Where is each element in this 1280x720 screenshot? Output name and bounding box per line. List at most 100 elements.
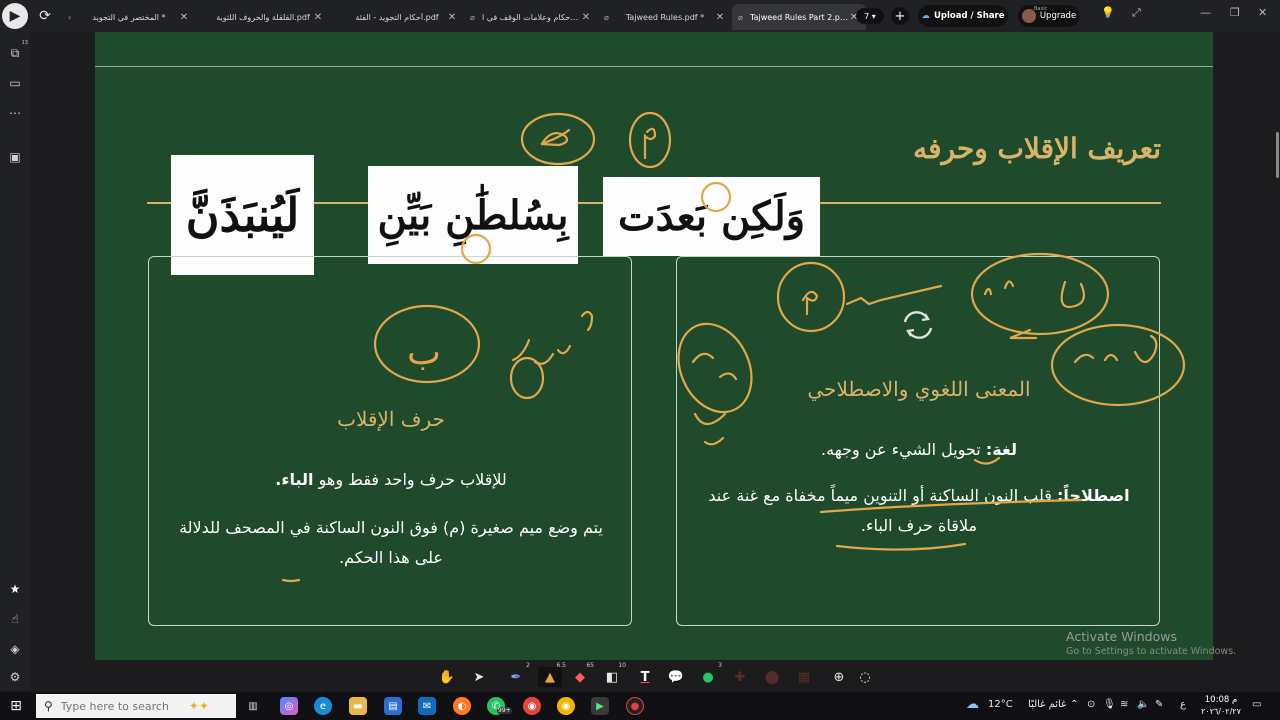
new-tab-button[interactable]: + <box>891 7 909 25</box>
more-icon[interactable]: ⋯ <box>6 104 24 122</box>
hand-wave-icon[interactable]: ☝ <box>6 610 24 628</box>
maximize-icon[interactable]: ❐ <box>1230 6 1240 19</box>
tab-label: أحكام وعلامات الوقف في ا... <box>482 12 580 22</box>
slide-page: تعريف الإقلاب وحرفه وَلَكِن بَعدَت بِسُل… <box>95 32 1213 660</box>
stamp-tool-icon[interactable]: ⬤ <box>762 667 782 687</box>
firefox-icon[interactable]: ◐ <box>453 697 471 715</box>
weather-desc[interactable]: غائم غالبًا <box>1028 699 1066 710</box>
close-icon[interactable]: ✕ <box>312 12 324 23</box>
definition-panel: المعنى اللغوي والاصطلاحي لغة: تحويل الشي… <box>676 256 1160 626</box>
marker-badge: 65 <box>586 662 594 669</box>
taskbar-search[interactable]: ⚲ ✦✦ <box>36 694 236 718</box>
highlighter-tool-icon[interactable]: ▲ 6.5 <box>538 662 566 687</box>
tab-bar: ▶ ⟳ ‹ المختصر في التجويد * ✕ القلقلة والحر… <box>0 0 1280 32</box>
close-icon[interactable]: ✕ <box>580 12 592 23</box>
meet-icon[interactable]: ⊙ <box>1087 699 1095 710</box>
app-logo-icon[interactable]: ▶ <box>2 3 28 29</box>
windows-start-icon[interactable]: ⊞ <box>8 698 24 714</box>
document-canvas[interactable]: تعريف الإقلاب وحرفه وَلَكِن بَعدَت بِسُل… <box>30 32 1280 660</box>
lasso-tool-icon[interactable]: ◌ <box>855 667 875 687</box>
comment-tool-icon[interactable]: 💬 <box>666 667 686 687</box>
outlook-icon[interactable]: ✉ <box>418 697 436 715</box>
istilah-text: قلب النون الساكنة أو التنوين ميماً مخفاة… <box>708 486 1057 535</box>
chrome-icon[interactable]: ◉ <box>523 697 541 715</box>
shape-tool-icon[interactable]: ● 3 <box>698 662 722 687</box>
minimize-icon[interactable]: — <box>1200 6 1211 19</box>
file-explorer-icon[interactable]: ▬ <box>349 697 367 715</box>
eraser-tool-icon[interactable]: ◧ 10 <box>602 662 626 687</box>
pen-tool-icon[interactable]: ✒ 2 <box>506 662 530 687</box>
pages-badge: 13 <box>21 40 28 46</box>
letter-line-1-text: للإقلاب حرف واحد فقط وهو <box>313 470 507 489</box>
chevron-up-icon[interactable]: ⌃ <box>1070 699 1078 710</box>
tab-3[interactable]: ⌀ أحكام وعلامات الوقف في ا... ✕ <box>464 4 598 30</box>
pdf-icon: ⌀ <box>470 12 475 22</box>
lugha-text: تحويل الشيء عن وجهه. <box>821 440 986 459</box>
text-tool-icon[interactable]: T <box>635 667 655 687</box>
activate-windows-subtitle: Go to Settings to activate Windows. <box>1066 646 1237 657</box>
tab-5-active[interactable]: ⌀ Tajweed Rules Part 2.p... * ✕ <box>732 4 866 30</box>
copilot-icon[interactable]: ◎ <box>280 697 298 715</box>
tab-1[interactable]: القلقلة والحروف اللثوية.pdf ✕ <box>196 4 330 30</box>
star-icon[interactable]: ★ <box>6 580 24 598</box>
tab-2[interactable]: أحكام التجويد - الفئة.pdf ✕ <box>330 4 464 30</box>
volume-icon[interactable]: 🔈 <box>1137 699 1149 710</box>
sticker-tool-icon[interactable]: ✚ <box>730 667 750 687</box>
chrome-profile-icon[interactable]: ◉ <box>557 697 575 715</box>
lugha-definition: لغة: تحويل الشيء عن وجهه. <box>677 435 1161 465</box>
weather-temp[interactable]: 12°C <box>988 699 1013 710</box>
tab-strip: ‹ المختصر في التجويد * ✕ القلقلة والحروف ا… <box>62 4 866 30</box>
search-input[interactable] <box>60 699 181 713</box>
lugha-label: لغة: <box>985 440 1017 459</box>
microphone-icon[interactable]: 🎙 <box>1103 699 1116 710</box>
wifi-icon[interactable]: ≋ <box>1120 699 1128 710</box>
clock-date[interactable]: ٢٠٢٦/٠٢/٢٧ <box>1196 707 1246 716</box>
close-icon[interactable]: ✕ <box>714 12 726 23</box>
weather-icon[interactable]: ☁ <box>966 697 979 712</box>
windows-taskbar: ⊞ ⚲ ✦✦ ▥ ◎ e ▬ ▤ ✉ ◐ ✆99+ ◉ ◉ ▶ ● ☁ 12°C… <box>0 692 1280 720</box>
book-icon[interactable]: ▭ <box>6 74 24 92</box>
input-language[interactable]: ع <box>1180 699 1186 710</box>
close-icon[interactable]: ✕ <box>446 12 458 23</box>
reading-list-icon[interactable]: ⟳ <box>32 3 58 29</box>
close-icon[interactable]: ✕ <box>178 12 190 23</box>
ink-meem-2 <box>643 127 657 160</box>
screen-recorder-icon[interactable]: ● <box>626 697 644 715</box>
tab-label: Tajweed Rules Part 2.p... * <box>750 12 848 22</box>
hand-tool-icon[interactable]: ✋ <box>437 667 457 687</box>
ink-meem-top <box>540 128 571 147</box>
ink-circle-meem-2 <box>628 111 672 169</box>
plan-label: Basic <box>1034 6 1048 12</box>
pen-input-icon[interactable]: ✎ <box>1155 699 1163 710</box>
tab-4[interactable]: ⌀ Tajweed Rules.pdf * ✕ <box>598 4 732 30</box>
clock-time[interactable]: 10:08 م <box>1200 695 1242 705</box>
clipboard-icon[interactable]: ▣ <box>6 148 24 166</box>
tab-label: القلقلة والحروف اللثوية.pdf <box>216 12 310 22</box>
select-arrow-icon[interactable]: ➤ <box>469 667 489 687</box>
marker-tool-icon[interactable]: ◆ 65 <box>570 662 594 687</box>
definition-heading: المعنى اللغوي والاصطلاحي <box>807 377 1031 401</box>
tab-count-label: 7 <box>864 11 870 21</box>
tab-0[interactable]: ‹ المختصر في التجويد * ✕ <box>62 4 196 30</box>
pages-icon[interactable]: ⧉ 13 <box>6 40 28 62</box>
pdf-icon: ⌀ <box>604 12 609 22</box>
task-view-icon[interactable]: ▥ <box>244 697 262 715</box>
istilah-definition: اصطلاحاً: قلب النون الساكنة أو التنوين م… <box>697 481 1141 541</box>
upload-share-button[interactable]: ☁ Upload / Share <box>918 5 1008 27</box>
tab-count-button[interactable]: 7 ▾ <box>856 8 884 24</box>
layers-icon[interactable]: ◈ <box>6 640 24 658</box>
vertical-scrollbar[interactable] <box>1276 132 1279 178</box>
notification-icon[interactable]: ▭ <box>1252 699 1261 710</box>
edge-icon[interactable]: e <box>314 697 332 715</box>
upgrade-button[interactable]: Basic Upgrade <box>1018 5 1080 27</box>
table-tool-icon[interactable]: ▦ <box>794 667 814 687</box>
close-window-icon[interactable]: ✕ <box>1258 6 1267 19</box>
pdf-reader-icon[interactable]: ▶ <box>591 697 609 715</box>
add-tool-icon[interactable]: ⊕ <box>829 667 849 687</box>
lightbulb-icon[interactable]: 💡 <box>1101 6 1115 19</box>
whatsapp-icon[interactable]: ✆ 99+ <box>487 697 512 715</box>
activate-windows-title: Activate Windows <box>1066 629 1177 644</box>
settings-gear-icon[interactable]: ⚙ <box>6 668 24 686</box>
store-icon[interactable]: ▤ <box>384 697 402 715</box>
expand-icon[interactable]: ⤢ <box>1132 6 1141 20</box>
